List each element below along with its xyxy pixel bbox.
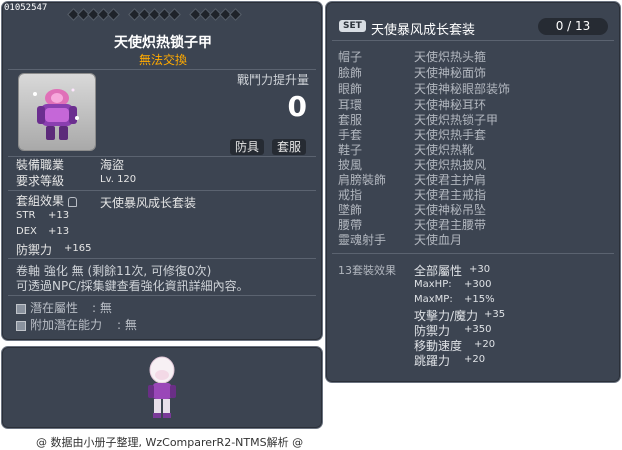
set-bonus-name: 跳躍力 [414,354,451,368]
divider [8,258,316,259]
job-label: 裝備職業 [16,158,65,172]
set-effect-value: 天使暴风成长套装 [100,196,197,210]
set-name: 天使暴风成长套装 [371,23,476,38]
stat-def-label: 防禦力 [16,243,53,257]
star-icon [88,9,99,20]
set-bonus-name: 全部屬性 [414,264,463,278]
item-id: 01052547 [4,3,48,13]
set-badge: SET [339,20,366,32]
star-icon [149,9,160,20]
set-bonus-name: MaxHP: [414,279,452,290]
star-icon [230,9,241,20]
additional-potential-icon [16,320,26,331]
power-increase-label: 戰鬥力提升量 [236,73,309,87]
slot-item: 天使炽热头箍 [414,50,487,64]
star-icon [210,9,221,20]
stat-str-value: +13 [48,210,70,221]
additional-potential-value: : 無 [117,318,137,332]
set-effect-count-label: 13套裝效果 [338,264,396,277]
set-effect-label: 套組效果 [16,192,78,209]
star-icon [220,9,231,20]
power-increase-value: 0 [287,90,307,123]
set-bonus-value: +15% [464,294,495,305]
stat-dex-label: DEX [16,226,37,237]
set-bonus-value: +30 [469,264,491,275]
slot-label: 靈魂射手 [338,233,387,247]
star-icon [78,9,89,20]
star-force-row [68,9,241,20]
divider [332,253,614,254]
slot-item: 天使血月 [414,233,463,247]
potential-icon [16,303,26,314]
item-title: 天使炽热锁子甲 [114,35,212,51]
star-icon [129,9,140,20]
star-icon [200,9,211,20]
slot-label: 眼飾 [338,82,363,96]
character-preview-panel [1,346,323,429]
stat-str-label: STR [16,210,36,221]
item-tooltip-panel: 01052547 天使炽热锁子甲 無法交換 戰鬥力提升量 0 防具 套服 裝備職… [1,1,323,341]
footer-credit: @ 数据由小册子整理, WzComparerR2-NTMS解析 @ [36,436,304,449]
potential-label: 潛在屬性 [30,301,79,315]
slot-item: 天使神秘眼部装饰 [414,82,511,96]
job-value: 海盜 [100,158,125,172]
slot-label: 臉飾 [338,66,363,80]
divider [332,40,614,41]
potential-value: : 無 [92,301,112,315]
character-avatar [148,356,176,418]
untradeable-label: 無法交換 [138,53,187,67]
slot-label: 帽子 [338,50,363,64]
set-bonus-value: +20 [464,354,486,365]
armor-tag: 防具 [230,139,265,155]
set-count: 0 / 13 [538,18,608,35]
divider [8,190,316,191]
divider [8,295,316,296]
level-label: 要求等級 [16,174,65,188]
set-info-panel: SET 天使暴风成长套装 0 / 13 帽子 天使炽热头箍 臉飾 天使神秘面饰 … [325,1,621,383]
star-icon [159,9,170,20]
item-icon [19,74,95,150]
set-bonus-value: +350 [464,324,492,335]
potential-row: 潛在屬性 [16,299,78,316]
overall-tag: 套服 [272,139,307,155]
npc-info: 可透過NPC/採集鍵查看強化資訊詳細內容。 [16,279,249,293]
set-effect-label-text: 套組效果 [16,194,65,208]
star-icon [169,9,180,20]
set-bonus-value: +35 [484,309,506,320]
slot-item: 天使神秘面饰 [414,66,487,80]
additional-potential-row: 附加潛在能力 [16,316,102,333]
star-icon [139,9,150,20]
additional-potential-label: 附加潛在能力 [30,318,103,332]
stat-def-value: +165 [64,243,92,254]
set-bonus-name: MaxMP: [414,294,453,305]
divider [8,69,316,70]
level-value: Lv. 120 [100,174,137,185]
star-icon [68,9,79,20]
set-bonus-value: +20 [474,339,496,350]
star-icon [108,9,119,20]
stat-dex-value: +13 [48,226,70,237]
lock-icon [68,196,78,207]
star-icon [190,9,201,20]
set-bonus-value: +300 [464,279,492,290]
star-icon [98,9,109,20]
